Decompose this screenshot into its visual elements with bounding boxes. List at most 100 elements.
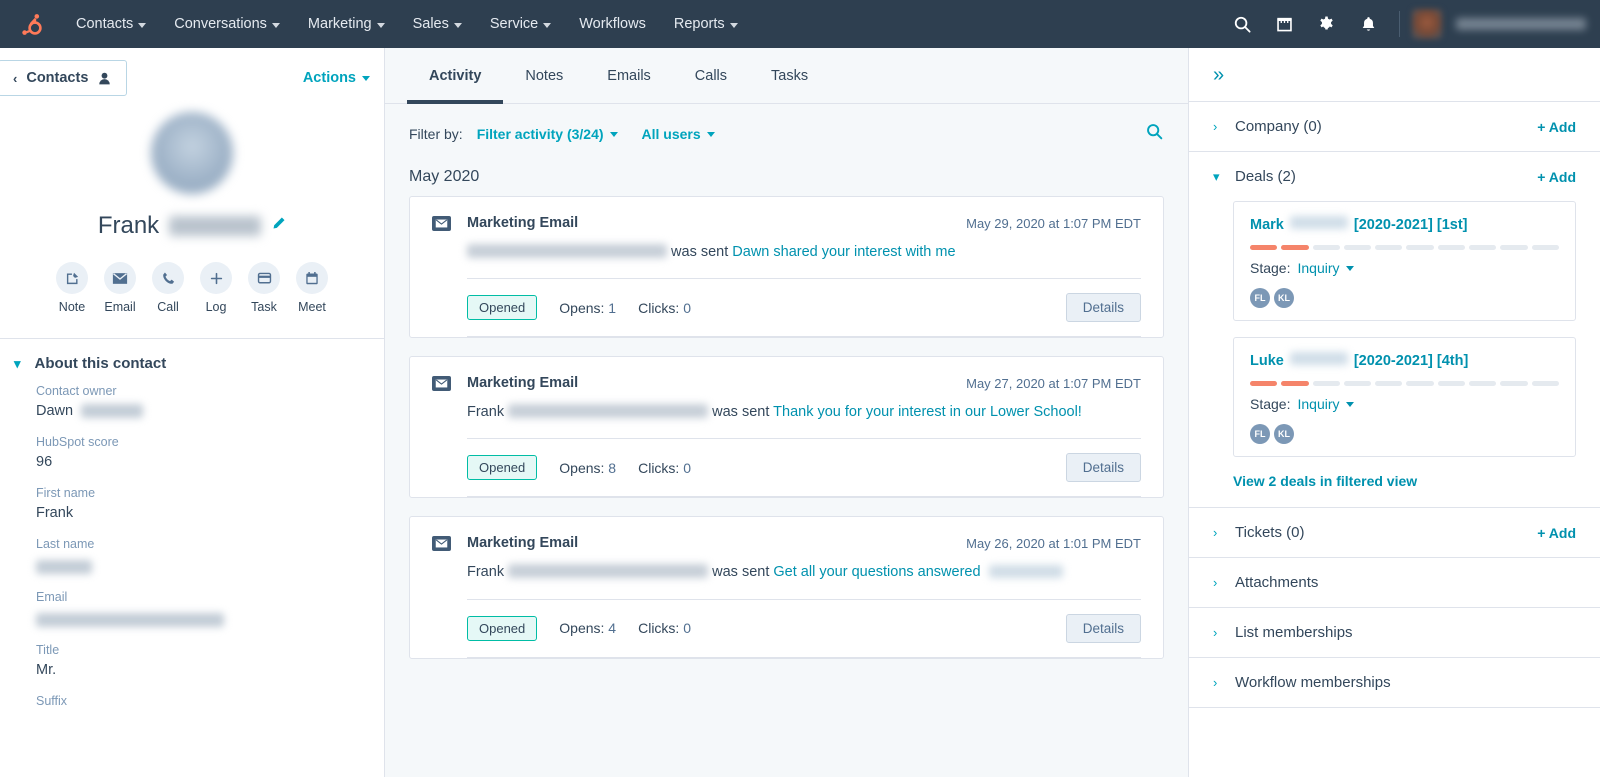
tickets-section-header[interactable]: › Tickets (0) + Add <box>1213 524 1576 541</box>
status-badge: Opened <box>467 295 538 321</box>
user-account-name[interactable] <box>1456 18 1586 30</box>
activity-card[interactable]: Marketing Email May 26, 2020 at 1:01 PM … <box>409 516 1164 659</box>
all-users-dropdown[interactable]: All users <box>642 126 715 142</box>
activity-center-panel: Activity Notes Emails Calls Tasks Filter… <box>385 48 1188 777</box>
edit-name-pencil-icon[interactable] <box>271 216 286 236</box>
actions-dropdown-button[interactable]: Actions <box>303 60 370 86</box>
filter-activity-dropdown[interactable]: Filter activity (3/24) <box>477 126 618 142</box>
quick-action-note[interactable]: Note <box>56 262 88 314</box>
property-value[interactable]: Frank <box>36 505 364 521</box>
search-icon[interactable] <box>1145 122 1164 146</box>
company-section-header[interactable]: › Company (0) + Add <box>1213 118 1576 135</box>
add-deal-button[interactable]: + Add <box>1537 169 1576 185</box>
view-deals-link[interactable]: View 2 deals in filtered view <box>1233 473 1417 489</box>
tab-notes[interactable]: Notes <box>503 48 585 104</box>
quick-action-meet[interactable]: Meet <box>296 262 328 314</box>
deals-title: Deals (2) <box>1235 168 1296 185</box>
avatar[interactable]: KL <box>1274 288 1294 308</box>
quick-action-log[interactable]: Log <box>200 262 232 314</box>
email-subject-link[interactable]: Get all your questions answered <box>773 564 980 580</box>
avatar[interactable]: FL <box>1250 288 1270 308</box>
sent-text: was sent <box>712 404 770 421</box>
property-label: First name <box>36 486 96 500</box>
workflow-memberships-section-header[interactable]: › Workflow memberships <box>1213 674 1576 691</box>
property-value[interactable]: Mr. <box>36 662 364 678</box>
deal-stage-row: Stage: Inquiry <box>1250 260 1559 276</box>
avatar[interactable]: KL <box>1274 424 1294 444</box>
pipeline-segment <box>1312 381 1340 386</box>
company-title: Company (0) <box>1235 118 1322 135</box>
quick-action-task[interactable]: Task <box>248 262 280 314</box>
opens-value: 1 <box>608 299 617 316</box>
marketplace-icon[interactable] <box>1265 5 1303 43</box>
details-button[interactable]: Details <box>1065 293 1141 323</box>
chevron-right-icon: › <box>1213 119 1218 134</box>
notifications-bell-icon[interactable] <box>1349 5 1387 43</box>
deal-owner-first-name: Luke <box>1250 353 1284 369</box>
property-value[interactable]: 96 <box>36 454 364 470</box>
tab-calls[interactable]: Calls <box>673 48 749 104</box>
details-button[interactable]: Details <box>1065 613 1141 643</box>
nav-item-service[interactable]: Service <box>476 8 565 40</box>
property-label: Title <box>36 643 60 657</box>
nav-item-reports[interactable]: Reports <box>660 8 752 40</box>
quick-action-call[interactable]: Call <box>152 262 184 314</box>
list-memberships-section-header[interactable]: › List memberships <box>1213 624 1576 641</box>
deals-section-header[interactable]: ▾ Deals (2) + Add <box>1213 168 1576 185</box>
add-company-button[interactable]: + Add <box>1537 119 1576 135</box>
meet-calendar-icon <box>296 262 328 294</box>
chevron-double-right-icon[interactable]: » <box>1213 64 1224 86</box>
nav-label: Reports <box>673 16 725 32</box>
nav-item-sales[interactable]: Sales <box>399 8 476 40</box>
tab-emails[interactable]: Emails <box>585 48 673 104</box>
property-value[interactable]: Dawn <box>36 403 364 419</box>
chevron-down-icon: ▾ <box>1213 168 1220 184</box>
about-this-contact-header[interactable]: ▾ About this contact <box>0 339 384 384</box>
tab-activity[interactable]: Activity <box>407 48 504 104</box>
search-icon[interactable] <box>1223 5 1261 43</box>
nav-label: Conversations <box>174 16 267 32</box>
nav-item-workflows[interactable]: Workflows <box>565 8 660 40</box>
activity-card[interactable]: Marketing Email May 29, 2020 at 1:07 PM … <box>409 196 1164 339</box>
email-subject-link[interactable]: Thank you for your interest in our Lower… <box>773 404 1082 420</box>
deal-name-link[interactable]: Luke [2020-2021] [4th] <box>1250 352 1559 369</box>
property-value[interactable] <box>36 556 364 574</box>
user-avatar[interactable] <box>1412 9 1442 39</box>
deal-card[interactable]: Mark [2020-2021] [1st] Stage: Inquiry FL… <box>1233 201 1576 321</box>
activity-card[interactable]: Marketing Email May 27, 2020 at 1:07 PM … <box>409 356 1164 499</box>
email-subject-link[interactable]: Dawn shared your interest with me <box>732 244 955 260</box>
attachments-section-header[interactable]: › Attachments <box>1213 574 1576 591</box>
property-label: Suffix <box>36 694 68 708</box>
tab-tasks[interactable]: Tasks <box>749 48 830 104</box>
property-value[interactable] <box>36 609 364 627</box>
settings-gear-icon[interactable] <box>1307 5 1345 43</box>
hubspot-sprocket-logo[interactable] <box>14 7 48 41</box>
quick-action-label: Email <box>104 300 136 314</box>
nav-utility-group <box>1223 5 1586 43</box>
nav-item-contacts[interactable]: Contacts <box>62 8 160 40</box>
stage-dropdown[interactable]: Inquiry <box>1297 260 1354 276</box>
month-header: May 2020 <box>409 168 480 185</box>
quick-action-email[interactable]: Email <box>104 262 136 314</box>
stage-dropdown[interactable]: Inquiry <box>1297 396 1354 412</box>
details-button[interactable]: Details <box>1065 453 1141 483</box>
back-to-contacts-button[interactable]: ‹ Contacts <box>0 60 128 96</box>
marketing-email-icon <box>432 375 451 391</box>
deal-name-link[interactable]: Mark [2020-2021] [1st] <box>1250 216 1559 233</box>
recipient-redacted <box>508 564 709 579</box>
opens-label: Opens: <box>559 620 605 637</box>
nav-item-conversations[interactable]: Conversations <box>160 8 294 40</box>
nav-label: Contacts <box>76 16 134 32</box>
nav-item-marketing[interactable]: Marketing <box>294 8 399 40</box>
deal-name-redacted <box>1289 352 1348 365</box>
nav-label: Sales <box>412 16 449 32</box>
quick-action-label: Task <box>251 300 277 314</box>
deal-card[interactable]: Luke [2020-2021] [4th] Stage: Inquiry FL… <box>1233 337 1576 457</box>
avatar[interactable]: FL <box>1250 424 1270 444</box>
clicks-label: Clicks: <box>638 620 680 637</box>
add-ticket-button[interactable]: + Add <box>1537 525 1576 541</box>
deal-owner-avatars: FL KL <box>1250 288 1559 308</box>
stage-label: Stage: <box>1250 260 1291 276</box>
pipeline-segment <box>1406 381 1434 386</box>
list-memberships-title: List memberships <box>1235 624 1353 641</box>
